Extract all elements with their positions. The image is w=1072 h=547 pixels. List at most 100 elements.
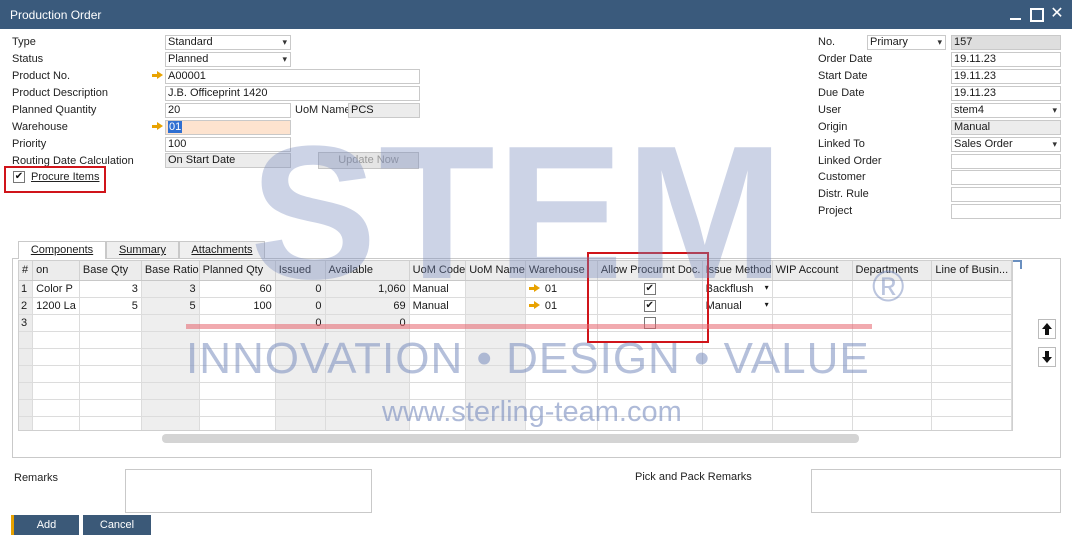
type-select[interactable]: Standard	[165, 35, 291, 50]
user-label: User	[818, 104, 842, 116]
due-date-field[interactable]: 19.11.23	[951, 86, 1061, 101]
tab-summary[interactable]: Summary	[106, 241, 179, 258]
highlight-procure-items	[4, 166, 106, 193]
linked-to-select[interactable]: Sales Order	[951, 137, 1061, 152]
cell-base-ratio: 5	[141, 297, 200, 315]
cell-uom-code[interactable]: Manual	[409, 280, 467, 298]
cell-uom-code[interactable]	[409, 314, 467, 332]
cell-line-of-business[interactable]	[931, 314, 1012, 332]
customer-field[interactable]	[951, 170, 1061, 185]
cell-description[interactable]	[32, 314, 80, 332]
pick-pack-remarks-label: Pick and Pack Remarks	[635, 471, 752, 483]
col-header[interactable]: Departments	[852, 261, 933, 281]
link-arrow-icon[interactable]	[528, 301, 541, 310]
cell-base-qty[interactable]: 3	[79, 280, 142, 298]
link-arrow-icon[interactable]	[528, 284, 541, 293]
tab-attachments[interactable]: Attachments	[179, 241, 265, 258]
arrow-up-icon	[1042, 323, 1052, 335]
cell-issue-method[interactable]: Backflush ▾	[702, 280, 773, 298]
cancel-button[interactable]: Cancel	[83, 515, 151, 535]
pick-pack-remarks-field[interactable]	[811, 469, 1061, 513]
warehouse-field[interactable]: 01	[165, 120, 291, 135]
col-header[interactable]: UoM Code	[409, 261, 467, 281]
col-header[interactable]: Issued	[275, 261, 326, 281]
remarks-field[interactable]	[125, 469, 372, 513]
planned-quantity-field[interactable]: 20	[165, 103, 291, 118]
cell-line-of-business[interactable]	[931, 297, 1012, 315]
cell-issue-method[interactable]: Manual ▾	[702, 297, 773, 315]
col-header[interactable]: Line of Busin...	[931, 261, 1012, 281]
linked-order-field[interactable]	[951, 154, 1061, 169]
cell-planned-qty[interactable]: 100	[199, 297, 276, 315]
priority-field[interactable]: 100	[165, 137, 291, 152]
minimize-icon[interactable]	[1007, 5, 1025, 23]
cell-planned-qty[interactable]	[199, 314, 276, 332]
cell-departments[interactable]	[852, 280, 933, 298]
order-date-field[interactable]: 19.11.23	[951, 52, 1061, 67]
arrow-down-icon	[1042, 351, 1052, 363]
cell-departments[interactable]	[852, 314, 933, 332]
table-row	[19, 416, 1012, 430]
series-select[interactable]: Primary	[867, 35, 946, 50]
col-header[interactable]: UoM Name	[465, 261, 526, 281]
row-number: 3	[19, 314, 34, 332]
col-header[interactable]: Base Qty	[79, 261, 142, 281]
cell-wip-account[interactable]	[772, 314, 853, 332]
chevron-down-icon[interactable]: ▾	[765, 283, 769, 292]
window-titlebar: Production Order ✕	[0, 0, 1072, 29]
routing-date-calculation-select[interactable]: On Start Date	[165, 153, 291, 168]
product-description-field[interactable]: J.B. Officeprint 1420	[165, 86, 420, 101]
cell-uom-name	[465, 297, 526, 315]
cell-description[interactable]: 1200 La	[32, 297, 80, 315]
table-row[interactable]: 1 Color P 3 3 60 0 1,060 Manual 01 ✔ Bac…	[19, 280, 1012, 298]
col-header[interactable]: Base Ratio	[141, 261, 200, 281]
start-date-field[interactable]: 19.11.23	[951, 69, 1061, 84]
cell-uom-code[interactable]: Manual	[409, 297, 467, 315]
cell-departments[interactable]	[852, 297, 933, 315]
cell-base-qty[interactable]	[79, 314, 142, 332]
origin-field: Manual	[951, 120, 1061, 135]
cell-wip-account[interactable]	[772, 297, 853, 315]
add-button[interactable]: Add	[11, 515, 79, 535]
cell-description[interactable]: Color P	[32, 280, 80, 298]
col-header[interactable]: Available	[325, 261, 410, 281]
link-arrow-icon[interactable]	[152, 71, 163, 80]
cell-line-of-business[interactable]	[931, 280, 1012, 298]
user-select[interactable]: stem4	[951, 103, 1061, 118]
col-header[interactable]: WIP Account	[772, 261, 853, 281]
no-label: No.	[818, 36, 836, 48]
status-select[interactable]: Planned	[165, 52, 291, 67]
maximize-icon[interactable]	[1027, 5, 1045, 23]
col-header[interactable]: #	[19, 261, 34, 281]
move-row-up-button[interactable]	[1038, 319, 1056, 339]
table-row	[19, 365, 1012, 383]
start-date-label: Start Date	[818, 70, 868, 82]
table-row[interactable]: 3 0 0	[19, 314, 1012, 332]
expand-grid-icon[interactable]	[1013, 260, 1022, 269]
col-header[interactable]: on	[32, 261, 80, 281]
uom-name-label: UoM Name	[295, 104, 351, 116]
uom-name-field: PCS	[348, 103, 420, 118]
cell-planned-qty[interactable]: 60	[199, 280, 276, 298]
link-arrow-icon[interactable]	[152, 122, 163, 131]
horizontal-scrollbar[interactable]	[162, 434, 859, 443]
components-grid[interactable]: # on Base Qty Base Ratio Planned Qty Iss…	[18, 260, 1013, 431]
chevron-down-icon[interactable]: ▾	[765, 300, 769, 309]
move-row-down-button[interactable]	[1038, 347, 1056, 367]
update-now-button[interactable]: Update Now	[318, 152, 419, 169]
close-icon[interactable]: ✕	[1048, 5, 1066, 23]
cell-issue-method[interactable]	[702, 314, 773, 332]
remarks-label: Remarks	[14, 472, 59, 484]
priority-label: Priority	[12, 138, 47, 150]
distr-rule-field[interactable]	[951, 187, 1061, 202]
project-field[interactable]	[951, 204, 1061, 219]
product-no-field[interactable]: A00001	[165, 69, 420, 84]
cell-base-qty[interactable]: 5	[79, 297, 142, 315]
col-header[interactable]: Issue Method	[702, 261, 773, 281]
col-header[interactable]: Planned Qty	[199, 261, 276, 281]
due-date-label: Due Date	[818, 87, 865, 99]
cell-wip-account[interactable]	[772, 280, 853, 298]
table-row[interactable]: 2 1200 La 5 5 100 0 69 Manual 01 ✔ Manua…	[19, 297, 1012, 315]
linked-to-label: Linked To	[818, 138, 865, 150]
tab-components[interactable]: Components	[18, 241, 106, 259]
